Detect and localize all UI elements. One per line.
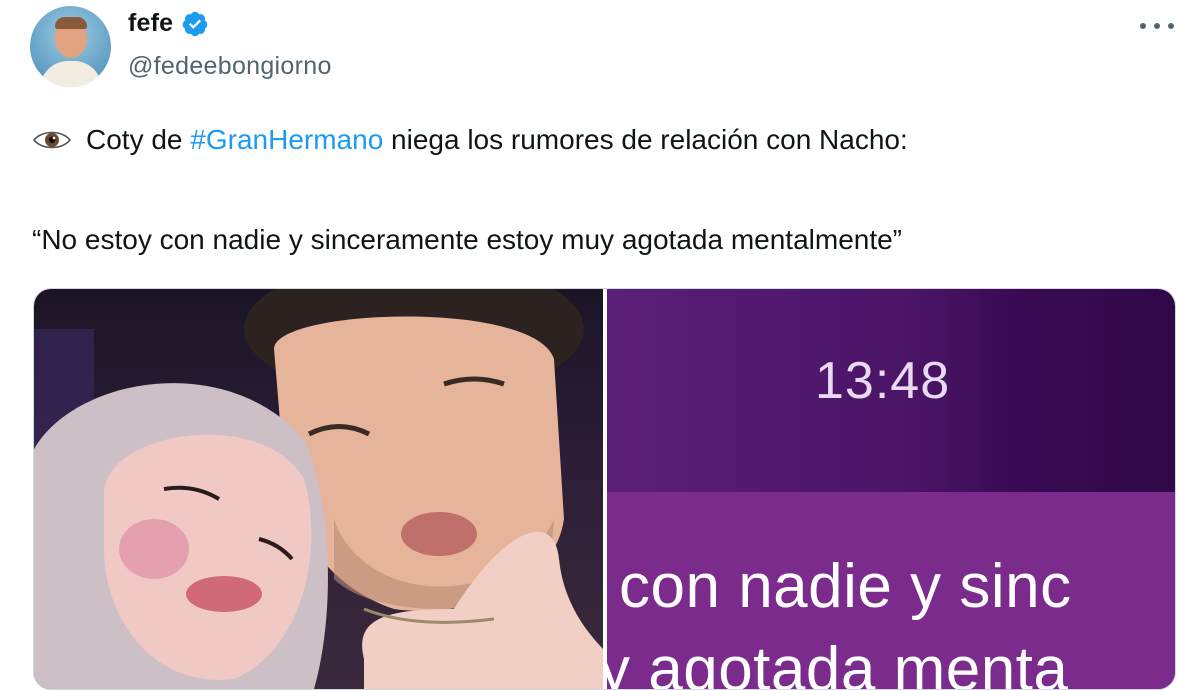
hashtag-link[interactable]: #GranHermano — [190, 122, 383, 158]
more-options-icon[interactable] — [1140, 14, 1174, 38]
screenshot-clock: 13:48 — [815, 352, 951, 410]
message-text-line2: y agotada menta — [607, 635, 1069, 689]
tweet-quote: “No estoy con nadie y sinceramente estoy… — [32, 224, 903, 255]
avatar[interactable] — [30, 6, 111, 87]
more-dot — [1168, 23, 1174, 29]
tweet-text-post: niega los rumores de relación con Nacho: — [383, 124, 908, 155]
verified-badge-icon — [183, 11, 208, 36]
display-name[interactable]: fefe — [128, 9, 173, 38]
tweet-text-line1: Coty de #GranHermano niega los rumores d… — [32, 122, 908, 158]
tweet-media[interactable]: 13:48 con nadie y sinc y agotada menta — [33, 288, 1176, 690]
message-screenshot[interactable]: 13:48 con nadie y sinc y agotada menta — [607, 289, 1175, 689]
avatar-shirt — [40, 61, 102, 87]
tweet-text-pre: Coty de — [86, 124, 191, 155]
selfie-photo[interactable] — [34, 289, 603, 689]
author-handle[interactable]: @fedeebongiorno — [128, 52, 332, 81]
eye-icon — [32, 131, 72, 149]
message-text-line1: con nadie y sinc — [619, 552, 1072, 621]
more-dot — [1154, 23, 1160, 29]
more-dot — [1140, 23, 1146, 29]
avatar-hair — [55, 17, 87, 29]
author-name-row: fefe — [128, 9, 209, 38]
selfie-illustration — [34, 289, 603, 689]
